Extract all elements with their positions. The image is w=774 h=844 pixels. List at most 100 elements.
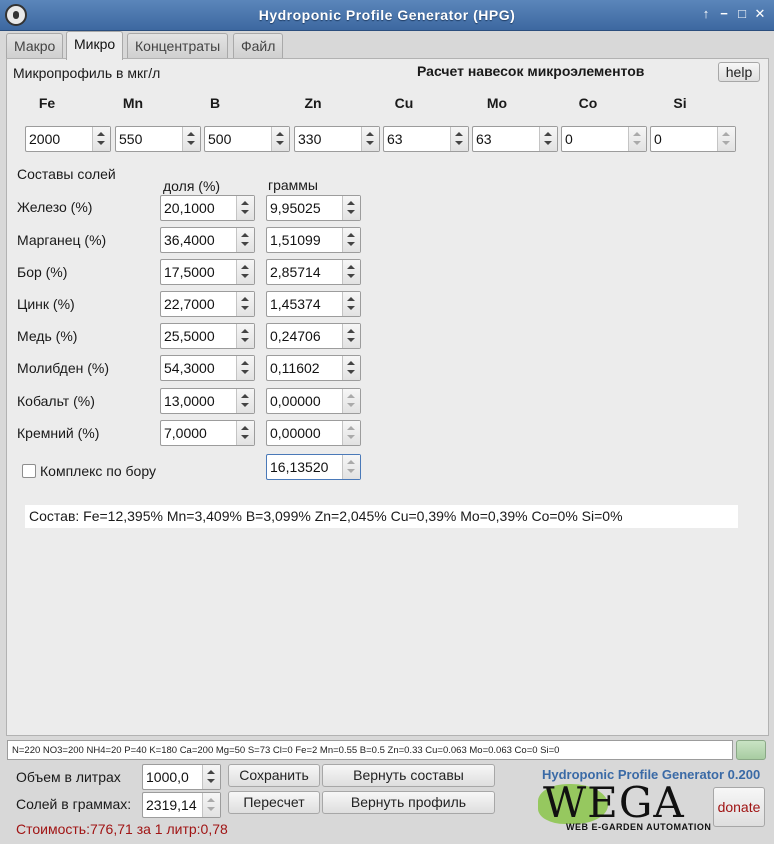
arrow-down-icon[interactable] bbox=[633, 141, 641, 145]
spin-arrows[interactable] bbox=[236, 421, 254, 445]
arrow-up-icon[interactable] bbox=[207, 798, 215, 802]
copper-grams-spinbox[interactable]: 0,24706 bbox=[266, 323, 361, 349]
spin-arrows[interactable] bbox=[202, 765, 220, 789]
b-spinbox[interactable]: 500 bbox=[204, 126, 290, 152]
zn-spin-arrows[interactable] bbox=[361, 127, 379, 151]
arrow-down-icon[interactable] bbox=[347, 274, 355, 278]
copper-share-spinbox[interactable]: 25,5000 bbox=[160, 323, 255, 349]
arrow-up-icon[interactable] bbox=[347, 201, 355, 205]
arrow-down-icon[interactable] bbox=[347, 403, 355, 407]
spin-arrows[interactable] bbox=[236, 228, 254, 252]
keep-above-button[interactable]: ↑ bbox=[698, 6, 714, 22]
arrow-up-icon[interactable] bbox=[347, 361, 355, 365]
minimize-button[interactable]: − bbox=[716, 6, 732, 22]
arrow-down-icon[interactable] bbox=[241, 338, 249, 342]
spin-arrows[interactable] bbox=[236, 196, 254, 220]
spin-arrows[interactable] bbox=[342, 260, 360, 284]
molybdenum-grams-spinbox[interactable]: 0,11602 bbox=[266, 355, 361, 381]
arrow-up-icon[interactable] bbox=[97, 132, 105, 136]
arrow-up-icon[interactable] bbox=[347, 394, 355, 398]
spin-arrows[interactable] bbox=[342, 324, 360, 348]
arrow-down-icon[interactable] bbox=[241, 242, 249, 246]
arrow-down-icon[interactable] bbox=[366, 141, 374, 145]
arrow-down-icon[interactable] bbox=[241, 370, 249, 374]
salts-grams-spinbox[interactable]: 2319,14 bbox=[142, 792, 221, 818]
spin-arrows[interactable] bbox=[236, 324, 254, 348]
silicon-share-spinbox[interactable]: 7,0000 bbox=[160, 420, 255, 446]
manganese-grams-spinbox[interactable]: 1,51099 bbox=[266, 227, 361, 253]
maximize-button[interactable]: □ bbox=[734, 6, 750, 22]
spin-arrows[interactable] bbox=[236, 389, 254, 413]
mn-spin-arrows[interactable] bbox=[182, 127, 200, 151]
arrow-up-icon[interactable] bbox=[241, 394, 249, 398]
close-button[interactable]: ✕ bbox=[752, 6, 768, 22]
arrow-up-icon[interactable] bbox=[241, 361, 249, 365]
restore-profile-button[interactable]: Вернуть профиль bbox=[322, 791, 495, 814]
status-indicator-button[interactable] bbox=[736, 740, 766, 760]
spin-arrows[interactable] bbox=[342, 455, 360, 479]
zn-spinbox[interactable]: 330 bbox=[294, 126, 380, 152]
tab-concentrates[interactable]: Концентраты bbox=[127, 33, 229, 59]
boron-complex-spinbox[interactable]: 16,13520 bbox=[266, 454, 361, 480]
arrow-down-icon[interactable] bbox=[241, 210, 249, 214]
tab-micro[interactable]: Микро bbox=[66, 31, 124, 60]
formula-field[interactable]: N=220 NO3=200 NH4=20 P=40 K=180 Ca=200 M… bbox=[7, 740, 733, 760]
boron-complex-checkbox[interactable] bbox=[22, 464, 36, 478]
manganese-share-spinbox[interactable]: 36,4000 bbox=[160, 227, 255, 253]
recalc-button[interactable]: Пересчет bbox=[228, 791, 320, 814]
arrow-down-icon[interactable] bbox=[276, 141, 284, 145]
arrow-down-icon[interactable] bbox=[241, 274, 249, 278]
arrow-up-icon[interactable] bbox=[722, 132, 730, 136]
fe-spinbox[interactable]: 2000 bbox=[25, 126, 111, 152]
arrow-up-icon[interactable] bbox=[241, 297, 249, 301]
arrow-up-icon[interactable] bbox=[347, 426, 355, 430]
spin-arrows[interactable] bbox=[342, 356, 360, 380]
spin-arrows[interactable] bbox=[236, 292, 254, 316]
volume-spinbox[interactable]: 1000,0 bbox=[142, 764, 221, 790]
restore-compositions-button[interactable]: Вернуть составы bbox=[322, 764, 495, 787]
arrow-down-icon[interactable] bbox=[97, 141, 105, 145]
mo-spin-arrows[interactable] bbox=[539, 127, 557, 151]
arrow-down-icon[interactable] bbox=[347, 306, 355, 310]
spin-arrows[interactable] bbox=[236, 260, 254, 284]
arrow-down-icon[interactable] bbox=[207, 807, 215, 811]
arrow-down-icon[interactable] bbox=[455, 141, 463, 145]
arrow-up-icon[interactable] bbox=[544, 132, 552, 136]
arrow-up-icon[interactable] bbox=[241, 265, 249, 269]
cu-spinbox[interactable]: 63 bbox=[383, 126, 469, 152]
arrow-down-icon[interactable] bbox=[241, 435, 249, 439]
boron-share-spinbox[interactable]: 17,5000 bbox=[160, 259, 255, 285]
save-button[interactable]: Сохранить bbox=[228, 764, 320, 787]
zinc-share-spinbox[interactable]: 22,7000 bbox=[160, 291, 255, 317]
arrow-down-icon[interactable] bbox=[347, 210, 355, 214]
mn-spinbox[interactable]: 550 bbox=[115, 126, 201, 152]
arrow-down-icon[interactable] bbox=[241, 403, 249, 407]
spin-arrows[interactable] bbox=[342, 421, 360, 445]
co-spin-arrows[interactable] bbox=[628, 127, 646, 151]
arrow-down-icon[interactable] bbox=[187, 141, 195, 145]
arrow-down-icon[interactable] bbox=[347, 370, 355, 374]
arrow-up-icon[interactable] bbox=[276, 132, 284, 136]
iron-share-spinbox[interactable]: 20,1000 bbox=[160, 195, 255, 221]
arrow-down-icon[interactable] bbox=[347, 338, 355, 342]
arrow-up-icon[interactable] bbox=[633, 132, 641, 136]
arrow-up-icon[interactable] bbox=[347, 297, 355, 301]
cobalt-share-spinbox[interactable]: 13,0000 bbox=[160, 388, 255, 414]
arrow-up-icon[interactable] bbox=[187, 132, 195, 136]
arrow-down-icon[interactable] bbox=[241, 306, 249, 310]
spin-arrows[interactable] bbox=[342, 196, 360, 220]
cu-spin-arrows[interactable] bbox=[450, 127, 468, 151]
si-spin-arrows[interactable] bbox=[717, 127, 735, 151]
tab-macro[interactable]: Макро bbox=[6, 33, 64, 59]
arrow-up-icon[interactable] bbox=[207, 770, 215, 774]
si-spinbox[interactable]: 0 bbox=[650, 126, 736, 152]
arrow-up-icon[interactable] bbox=[347, 329, 355, 333]
b-spin-arrows[interactable] bbox=[271, 127, 289, 151]
spin-arrows[interactable] bbox=[342, 292, 360, 316]
mo-spinbox[interactable]: 63 bbox=[472, 126, 558, 152]
iron-grams-spinbox[interactable]: 9,95025 bbox=[266, 195, 361, 221]
cobalt-grams-spinbox[interactable]: 0,00000 bbox=[266, 388, 361, 414]
spin-arrows[interactable] bbox=[342, 389, 360, 413]
help-button[interactable]: help bbox=[718, 62, 760, 82]
arrow-down-icon[interactable] bbox=[722, 141, 730, 145]
